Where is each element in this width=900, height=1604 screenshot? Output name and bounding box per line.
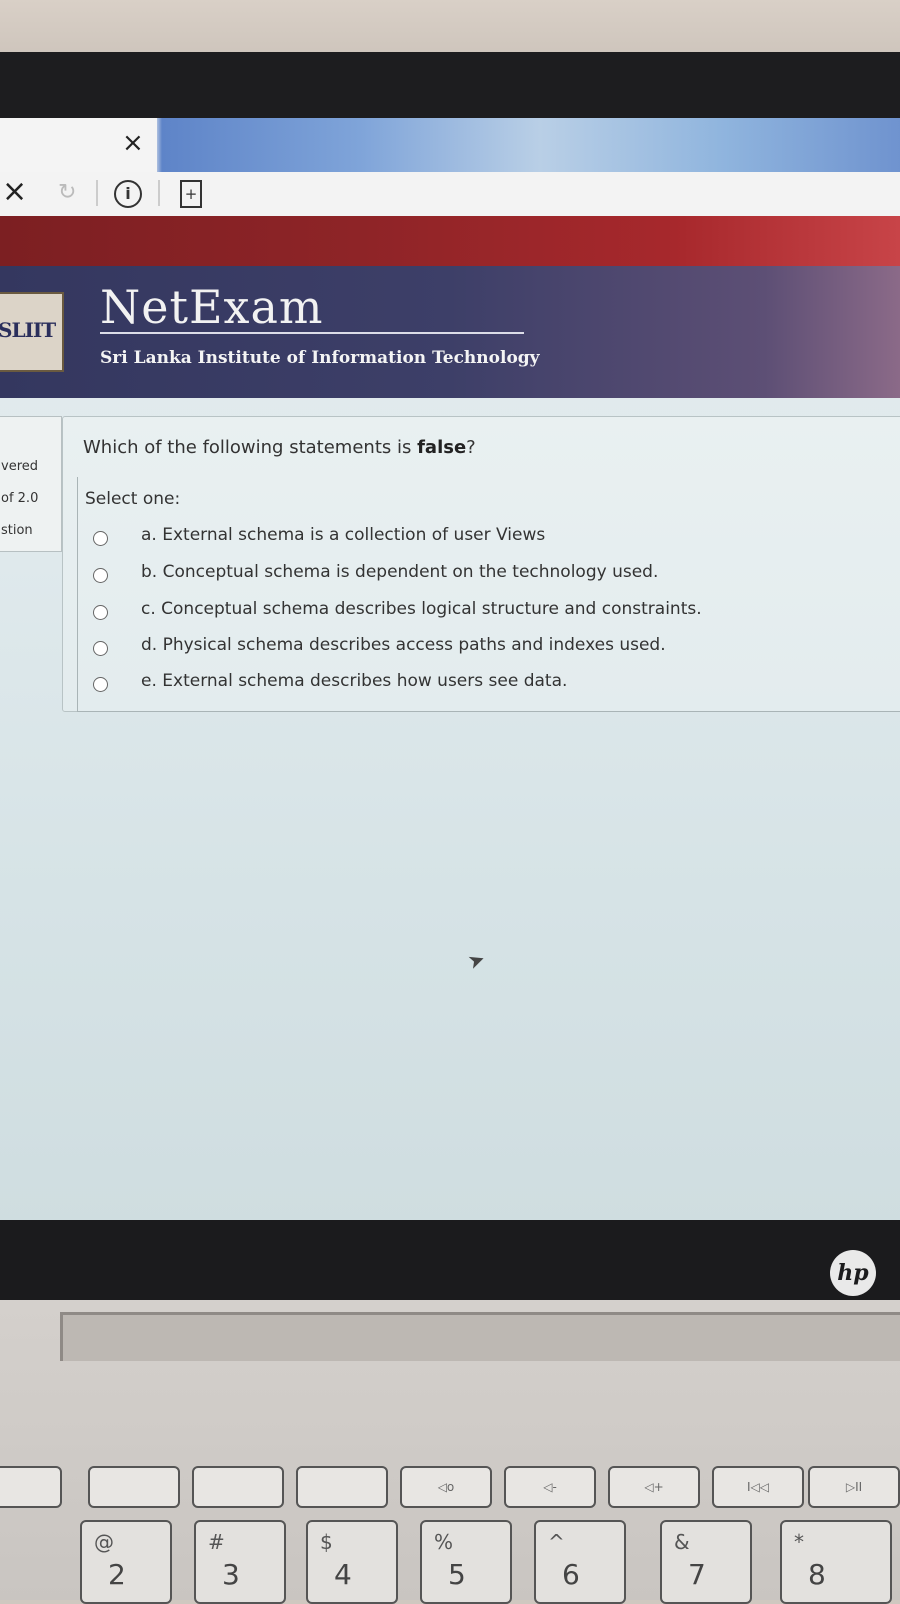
answer-option-c[interactable]: c. Conceptual schema describes logical s… [93,599,853,629]
fkey[interactable] [0,1466,62,1508]
answer-option-a[interactable]: a. External schema is a collection of us… [93,525,853,555]
question-emphasis: false [417,437,467,458]
key-4[interactable]: $ 4 [306,1520,398,1604]
answer-option-b[interactable]: b. Conceptual schema is dependent on the… [93,562,853,592]
browser-nav-bar: × ↻ i + [0,172,900,216]
stop-icon[interactable]: × [2,174,27,209]
background-wall [0,0,900,60]
key-5[interactable]: % 5 [420,1520,512,1604]
browser-tab[interactable]: × [0,118,157,172]
screen: × × ↻ i + SLIIT NetExam Sri Lanka Instit… [0,118,900,1228]
option-label[interactable]: d. Physical schema describes access path… [141,635,666,655]
option-label[interactable]: a. External schema is a collection of us… [141,525,545,545]
browser-tab-bar: × [0,118,900,172]
site-header: SLIIT NetExam Sri Lanka Institute of Inf… [0,266,900,398]
option-label[interactable]: c. Conceptual schema describes logical s… [141,599,702,619]
reload-icon[interactable]: ↻ [58,180,76,205]
key-2[interactable]: @ 2 [80,1520,172,1604]
question-text: Which of the following statements is fal… [83,437,476,458]
nav-divider [96,180,98,206]
fkey[interactable] [296,1466,388,1508]
key-8[interactable]: * 8 [780,1520,892,1604]
page-action-icon[interactable]: + [180,180,202,208]
question-info-panel: vered of 2.0 stion [0,416,62,552]
answer-option-d[interactable]: d. Physical schema describes access path… [93,635,853,665]
mouse-cursor-icon: ➤ [464,945,489,975]
header-red-band [0,216,900,266]
option-label[interactable]: e. External schema describes how users s… [141,671,567,691]
radio-button[interactable] [93,641,108,656]
fkey[interactable] [88,1466,180,1508]
tab-close-icon[interactable]: × [122,128,144,158]
flag-question[interactable]: stion [1,523,33,538]
site-title: NetExam [100,280,324,334]
key-7[interactable]: & 7 [660,1520,752,1604]
answer-option-e[interactable]: e. External schema describes how users s… [93,671,853,701]
question-card: Which of the following statements is fal… [62,416,900,712]
sliit-logo: SLIIT [0,292,64,372]
site-info-icon[interactable]: i [114,180,142,208]
question-status: vered [1,459,39,474]
logo-text: SLIIT [0,318,56,342]
institute-name: Sri Lanka Institute of Information Techn… [100,348,540,368]
option-label[interactable]: b. Conceptual schema is dependent on the… [141,562,658,582]
monitor-bezel-top [0,52,900,122]
monitor-bezel-bottom [0,1220,900,1300]
hp-logo: hp [830,1250,876,1296]
fkey[interactable] [192,1466,284,1508]
radio-button[interactable] [93,677,108,692]
fkey[interactable]: ▷II [808,1466,900,1508]
radio-button[interactable] [93,605,108,620]
radio-button[interactable] [93,531,108,546]
fkey[interactable]: ◁o [400,1466,492,1508]
key-6[interactable]: ^ 6 [534,1520,626,1604]
fkey[interactable]: ◁+ [608,1466,700,1508]
fkey[interactable]: I◁◁ [712,1466,804,1508]
nav-divider [158,180,160,206]
laptop-hinge [60,1312,900,1361]
select-one-label: Select one: [85,489,181,509]
question-marks: of 2.0 [1,491,39,506]
key-3[interactable]: # 3 [194,1520,286,1604]
radio-button[interactable] [93,568,108,583]
title-underline [100,332,524,334]
fkey[interactable]: ◁- [504,1466,596,1508]
